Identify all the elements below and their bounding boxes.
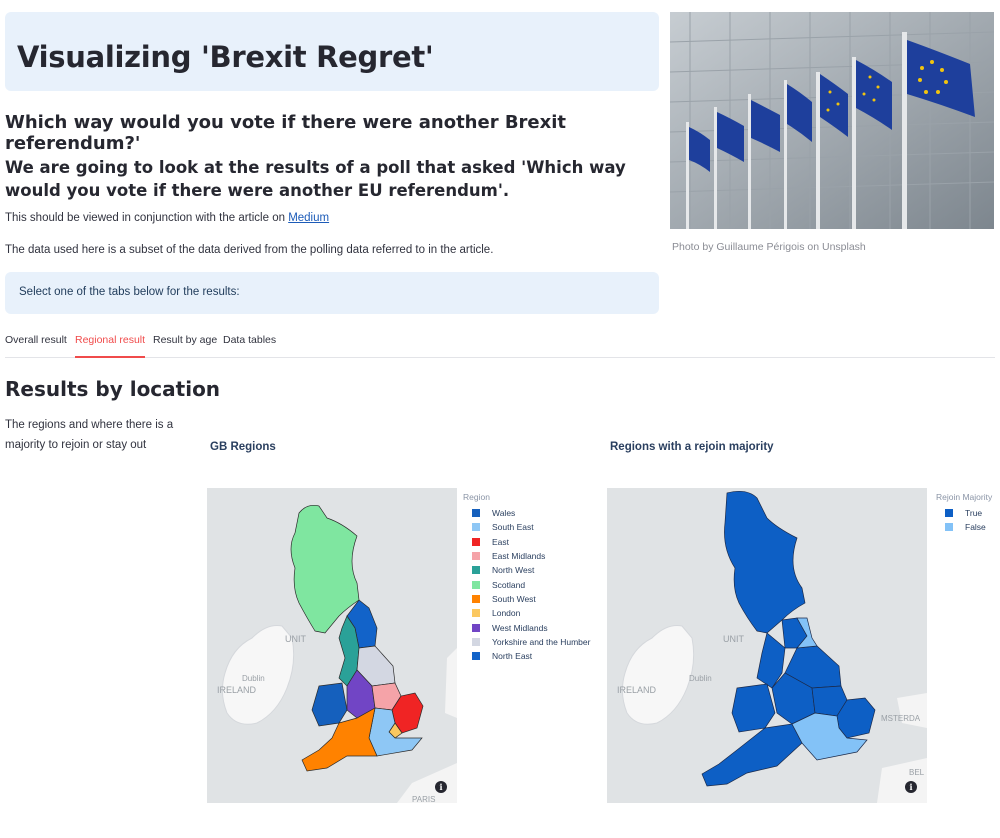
section-description: The regions and where there is a majorit… bbox=[5, 419, 174, 451]
legend-swatch bbox=[472, 537, 480, 546]
regions-legend-item[interactable]: South East bbox=[463, 520, 590, 534]
ireland-label-2: IRELAND bbox=[617, 685, 657, 695]
article-paragraph: This should be viewed in conjunction wit… bbox=[5, 212, 329, 224]
tab-bar: Overall result Regional result Result by… bbox=[5, 332, 995, 358]
regions-legend-title: Region bbox=[463, 492, 490, 502]
page-title: Visualizing 'Brexit Regret' bbox=[17, 40, 434, 74]
gb-regions-map[interactable]: IRELAND Dublin UNIT PARIS i bbox=[207, 488, 457, 803]
photo-caption: Photo by Guillaume Périgois on Unsplash bbox=[672, 241, 866, 253]
regions-legend-item[interactable]: South West bbox=[463, 592, 590, 606]
medium-link[interactable]: Medium bbox=[288, 212, 329, 224]
legend-swatch bbox=[945, 523, 953, 532]
legend-swatch bbox=[472, 523, 480, 532]
regions-legend-item[interactable]: Yorkshire and the Humber bbox=[463, 635, 590, 649]
dublin-label: Dublin bbox=[242, 674, 265, 683]
regions-legend-item[interactable]: West Midlands bbox=[463, 620, 590, 634]
legend-swatch bbox=[472, 552, 480, 561]
rejoin-majority-map[interactable]: IRELAND Dublin UNIT MSTERDA BEL i bbox=[607, 488, 927, 803]
regions-legend-item[interactable]: East bbox=[463, 535, 590, 549]
regions-legend-item[interactable]: Scotland bbox=[463, 577, 590, 591]
legend-swatch bbox=[472, 609, 480, 618]
legend-label: South West bbox=[492, 593, 536, 604]
intro-text: We are going to look at the results of a… bbox=[5, 158, 626, 200]
legend-label: Scotland bbox=[492, 579, 526, 590]
tab-result-by-age[interactable]: Result by age bbox=[153, 334, 217, 358]
regions-legend-item[interactable]: East Midlands bbox=[463, 549, 590, 563]
paris-label: PARIS bbox=[412, 795, 435, 803]
legend-label: Yorkshire and the Humber bbox=[492, 636, 591, 647]
united-label: UNIT bbox=[285, 634, 306, 644]
info-alert: Select one of the tabs below for the res… bbox=[5, 272, 659, 314]
regions-legend-item[interactable]: Wales bbox=[463, 506, 590, 520]
legend-swatch bbox=[472, 623, 480, 632]
dublin-label-2: Dublin bbox=[689, 674, 712, 683]
title-banner: Visualizing 'Brexit Regret' bbox=[5, 12, 659, 91]
legend-label: North East bbox=[492, 651, 533, 662]
rejoin-legend: Rejoin Majority True False bbox=[936, 492, 992, 535]
bel-label: BEL bbox=[909, 768, 925, 777]
amsterdam-label: MSTERDA bbox=[881, 714, 921, 723]
regions-legend-item[interactable]: North East bbox=[463, 649, 590, 663]
regions-map-title: GB Regions bbox=[210, 441, 276, 453]
data-note: The data used here is a subset of the da… bbox=[5, 244, 494, 256]
rejoin-legend-item[interactable]: False bbox=[936, 520, 992, 534]
tab-overall-result[interactable]: Overall result bbox=[5, 334, 67, 358]
eu-flags-photo bbox=[670, 12, 994, 229]
rejoin-legend-title: Rejoin Majority bbox=[936, 492, 993, 502]
map-info-icon-2[interactable]: i bbox=[905, 781, 917, 793]
regions-legend-item[interactable]: North West bbox=[463, 563, 590, 577]
regions-legend: Region Wales South East East East Midlands N… bbox=[463, 492, 590, 663]
page-subtitle: Which way would you vote if there were a… bbox=[5, 112, 567, 154]
map-info-icon[interactable]: i bbox=[435, 781, 447, 793]
legend-label: South East bbox=[492, 522, 534, 533]
rejoin-legend-item[interactable]: True bbox=[936, 506, 992, 520]
tab-regional-result[interactable]: Regional result bbox=[75, 334, 146, 358]
legend-label: True bbox=[965, 508, 983, 519]
tab-data-tables[interactable]: Data tables bbox=[223, 334, 276, 358]
legend-label: East Midlands bbox=[492, 551, 546, 562]
article-text: This should be viewed in conjunction wit… bbox=[5, 212, 289, 224]
rejoin-map-title: Regions with a rejoin majority bbox=[610, 441, 774, 453]
legend-swatch bbox=[945, 509, 953, 518]
legend-label: Wales bbox=[492, 508, 516, 519]
legend-swatch bbox=[472, 652, 480, 661]
legend-label: London bbox=[492, 608, 521, 619]
legend-swatch bbox=[472, 594, 480, 603]
legend-swatch bbox=[472, 509, 480, 518]
legend-label: False bbox=[965, 522, 986, 533]
legend-label: North West bbox=[492, 565, 535, 576]
regions-legend-item[interactable]: London bbox=[463, 606, 590, 620]
ireland-label: IRELAND bbox=[217, 685, 257, 695]
legend-label: East bbox=[492, 536, 510, 547]
info-alert-text: Select one of the tabs below for the res… bbox=[19, 286, 240, 298]
legend-swatch bbox=[472, 637, 480, 646]
legend-label: West Midlands bbox=[492, 622, 548, 633]
legend-swatch bbox=[472, 580, 480, 589]
section-title: Results by location bbox=[5, 377, 221, 401]
legend-swatch bbox=[472, 566, 480, 575]
united-label-2: UNIT bbox=[723, 634, 744, 644]
